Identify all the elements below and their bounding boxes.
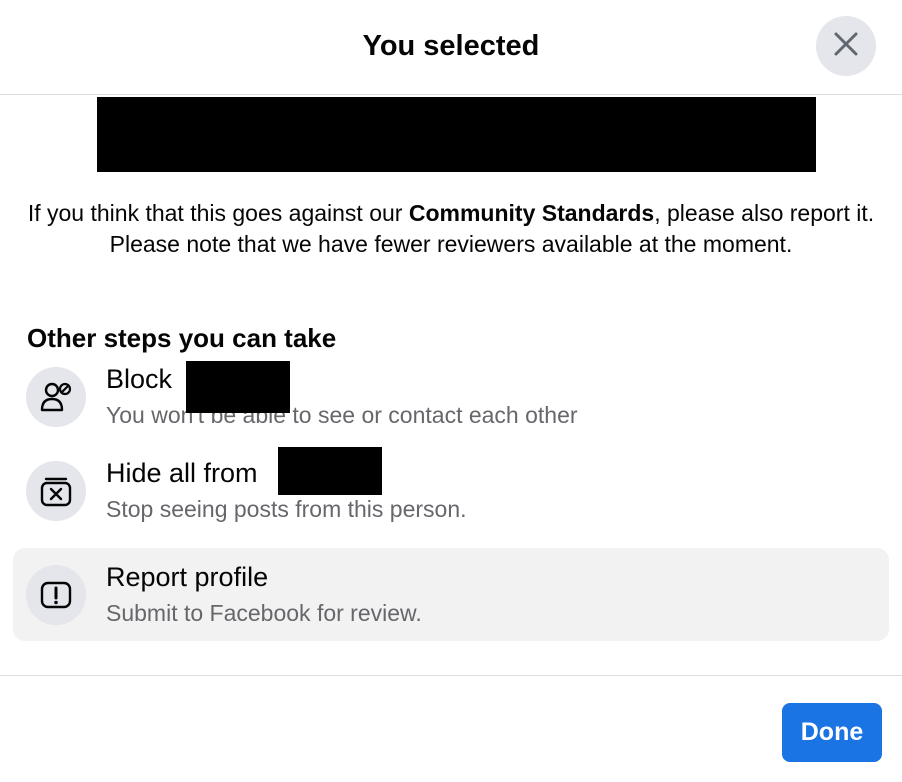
option-label: Block [106, 364, 173, 394]
footer-divider [0, 675, 902, 676]
option-hide-all[interactable]: Hide all from Stop seeing posts from thi… [13, 444, 889, 537]
option-report-profile[interactable]: Report profile Submit to Facebook for re… [13, 548, 889, 641]
done-button[interactable]: Done [782, 703, 882, 762]
option-block[interactable]: Block You won't be able to see or contac… [13, 350, 889, 443]
report-dialog: You selected If you think that this goes… [0, 0, 902, 782]
option-description: You won't be able to see or contact each… [106, 402, 578, 428]
close-icon [832, 30, 860, 63]
option-label: Report profile [106, 562, 269, 592]
dialog-title: You selected [362, 30, 540, 62]
community-standards-notice: If you think that this goes against our … [22, 198, 880, 260]
close-button[interactable] [816, 16, 876, 76]
report-alert-icon [26, 565, 86, 625]
block-person-icon [26, 367, 86, 427]
option-label: Hide all from [106, 458, 258, 488]
redacted-name [186, 361, 290, 413]
community-standards-link: Community Standards [408, 200, 655, 226]
redacted-selected-content [97, 97, 816, 172]
notice-text-before: If you think that this goes against our [27, 200, 409, 226]
option-description: Submit to Facebook for review. [106, 600, 422, 626]
option-description: Stop seeing posts from this person. [106, 496, 467, 522]
redacted-name [278, 447, 382, 495]
dialog-header: You selected [0, 0, 902, 95]
hide-box-icon [26, 461, 86, 521]
